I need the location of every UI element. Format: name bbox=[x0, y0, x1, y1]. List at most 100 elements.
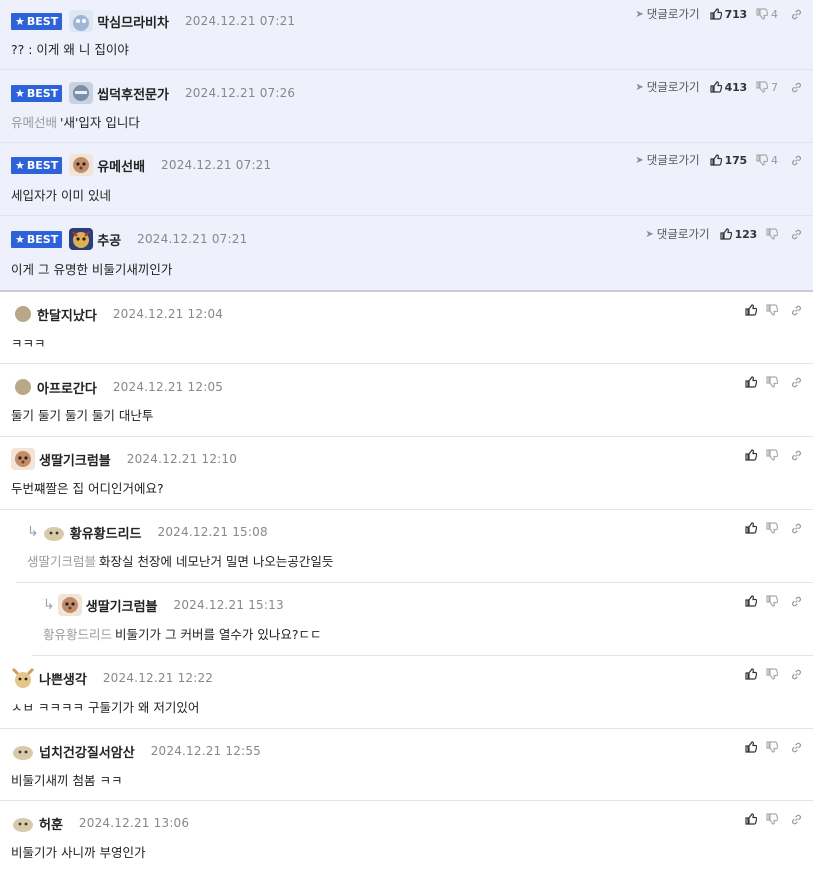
link-icon bbox=[792, 155, 801, 165]
best-badge: ★ BEST bbox=[11, 84, 63, 102]
upvote-button[interactable] bbox=[745, 304, 757, 316]
nickname[interactable]: 생딸기크럼블 bbox=[39, 450, 111, 469]
thumbs-down-icon bbox=[756, 81, 768, 93]
downvote-button[interactable] bbox=[766, 668, 778, 680]
reply-arrow-icon: ↳ bbox=[27, 524, 39, 540]
default-avatar bbox=[15, 306, 31, 322]
comment-date: 2024.12.21 12:22 bbox=[102, 671, 214, 685]
goto-comment-button[interactable]: ➤ 댓글로가기 bbox=[635, 79, 699, 95]
share-link-button[interactable] bbox=[790, 595, 803, 608]
avatar[interactable] bbox=[69, 10, 94, 32]
nickname[interactable]: 막심므라비차 bbox=[97, 12, 169, 31]
best-badge: ★ BEST bbox=[11, 230, 63, 248]
comment-text: ㅋㅋㅋ bbox=[11, 336, 46, 351]
upvote-button[interactable] bbox=[745, 813, 757, 825]
avatar[interactable] bbox=[11, 812, 35, 834]
nickname[interactable]: 넙치건강질서암산 bbox=[39, 742, 135, 761]
comment-actions bbox=[745, 302, 803, 318]
mention[interactable]: 생딸기크럼블 bbox=[27, 554, 96, 569]
upvote-button[interactable] bbox=[745, 449, 757, 461]
nickname[interactable]: 추공 bbox=[97, 230, 121, 249]
link-icon bbox=[792, 523, 801, 533]
share-link-button[interactable] bbox=[790, 304, 803, 317]
avatar[interactable] bbox=[57, 594, 82, 616]
downvote-button[interactable] bbox=[766, 522, 778, 534]
share-link-button[interactable] bbox=[790, 813, 803, 826]
thumbs-up-icon bbox=[710, 154, 722, 166]
upvote-button[interactable] bbox=[745, 376, 757, 388]
star-icon: ★ bbox=[15, 158, 25, 172]
upvote-button[interactable]: 413 bbox=[710, 81, 747, 94]
avatar[interactable] bbox=[11, 740, 35, 762]
share-link-button[interactable] bbox=[790, 668, 803, 681]
downvote-button[interactable]: 7 bbox=[756, 81, 778, 94]
upvote-button[interactable] bbox=[745, 741, 757, 753]
link-icon bbox=[792, 82, 801, 92]
goto-comment-button[interactable]: ➤ 댓글로가기 bbox=[635, 6, 699, 22]
comment-date: 2024.12.21 15:08 bbox=[157, 525, 268, 539]
mention[interactable]: 유메선배 bbox=[11, 115, 57, 130]
comment-date: 2024.12.21 12:04 bbox=[112, 307, 224, 321]
upvote-button[interactable]: 123 bbox=[720, 228, 757, 241]
nickname[interactable]: 아프로간다 bbox=[37, 378, 97, 397]
avatar[interactable] bbox=[69, 228, 94, 250]
nickname[interactable]: 허훈 bbox=[39, 814, 63, 833]
upvote-button[interactable]: 713 bbox=[710, 8, 747, 21]
share-link-button[interactable] bbox=[790, 8, 803, 21]
link-icon bbox=[792, 377, 801, 387]
thumbs-up-icon bbox=[720, 228, 732, 240]
comment-date: 2024.12.21 07:21 bbox=[161, 158, 272, 172]
goto-comment-button[interactable]: ➤ 댓글로가기 bbox=[645, 226, 709, 242]
downvote-button[interactable] bbox=[766, 741, 778, 753]
goto-comment-button[interactable]: ➤ 댓글로가기 bbox=[635, 152, 699, 168]
mention[interactable]: 황유황드리드 bbox=[43, 627, 112, 642]
thumbs-up-icon bbox=[745, 668, 757, 680]
comment-actions: ➤ 댓글로가기 175 4 bbox=[635, 152, 803, 168]
share-link-button[interactable] bbox=[790, 741, 803, 754]
upvote-button[interactable] bbox=[745, 595, 757, 607]
comment-date: 2024.12.21 12:10 bbox=[126, 452, 238, 466]
best-badge: ★ BEST bbox=[11, 156, 63, 174]
downvote-button[interactable] bbox=[766, 304, 778, 316]
nickname[interactable]: 씹덕후전문가 bbox=[97, 84, 169, 103]
upvote-button[interactable] bbox=[745, 668, 757, 680]
comment-actions bbox=[745, 666, 803, 682]
upvote-button[interactable]: 175 bbox=[710, 154, 747, 167]
comment-date: 2024.12.21 15:13 bbox=[173, 598, 284, 612]
share-link-button[interactable] bbox=[790, 522, 803, 535]
link-icon bbox=[792, 596, 801, 606]
downvote-button[interactable] bbox=[766, 449, 778, 461]
comment-date: 2024.12.21 07:21 bbox=[137, 232, 248, 246]
upvote-button[interactable] bbox=[745, 522, 757, 534]
comment-actions bbox=[745, 593, 803, 609]
thumbs-up-icon bbox=[710, 81, 722, 93]
avatar[interactable] bbox=[11, 448, 35, 470]
nickname[interactable]: 나쁜생각 bbox=[39, 669, 87, 688]
share-link-button[interactable] bbox=[790, 449, 803, 462]
share-link-button[interactable] bbox=[790, 376, 803, 389]
nickname[interactable]: 황유황드리드 bbox=[70, 523, 142, 542]
thumbs-down-icon bbox=[766, 741, 778, 753]
thumbs-down-icon bbox=[766, 813, 778, 825]
nickname[interactable]: 생딸기크럼블 bbox=[86, 596, 158, 615]
avatar[interactable] bbox=[41, 521, 66, 543]
downvote-button[interactable] bbox=[766, 228, 778, 240]
downvote-button[interactable] bbox=[766, 813, 778, 825]
comment-date: 2024.12.21 07:21 bbox=[184, 14, 296, 28]
thumbs-up-icon bbox=[745, 522, 757, 534]
nickname[interactable]: 한달지났다 bbox=[37, 305, 97, 324]
share-link-button[interactable] bbox=[790, 81, 803, 94]
avatar[interactable] bbox=[69, 82, 94, 104]
star-icon: ★ bbox=[15, 86, 25, 100]
nickname[interactable]: 유메선배 bbox=[97, 156, 145, 175]
share-link-button[interactable] bbox=[790, 228, 803, 241]
avatar[interactable] bbox=[69, 154, 94, 176]
downvote-button[interactable] bbox=[766, 376, 778, 388]
comment-text: 비둘기새끼 첨봄 ㅋㅋ bbox=[11, 773, 123, 788]
downvote-button[interactable]: 4 bbox=[756, 8, 778, 21]
downvote-button[interactable]: 4 bbox=[756, 154, 778, 167]
comment-actions: ➤ 댓글로가기 713 4 bbox=[635, 6, 803, 22]
downvote-button[interactable] bbox=[766, 595, 778, 607]
share-link-button[interactable] bbox=[790, 154, 803, 167]
avatar[interactable] bbox=[11, 667, 35, 689]
